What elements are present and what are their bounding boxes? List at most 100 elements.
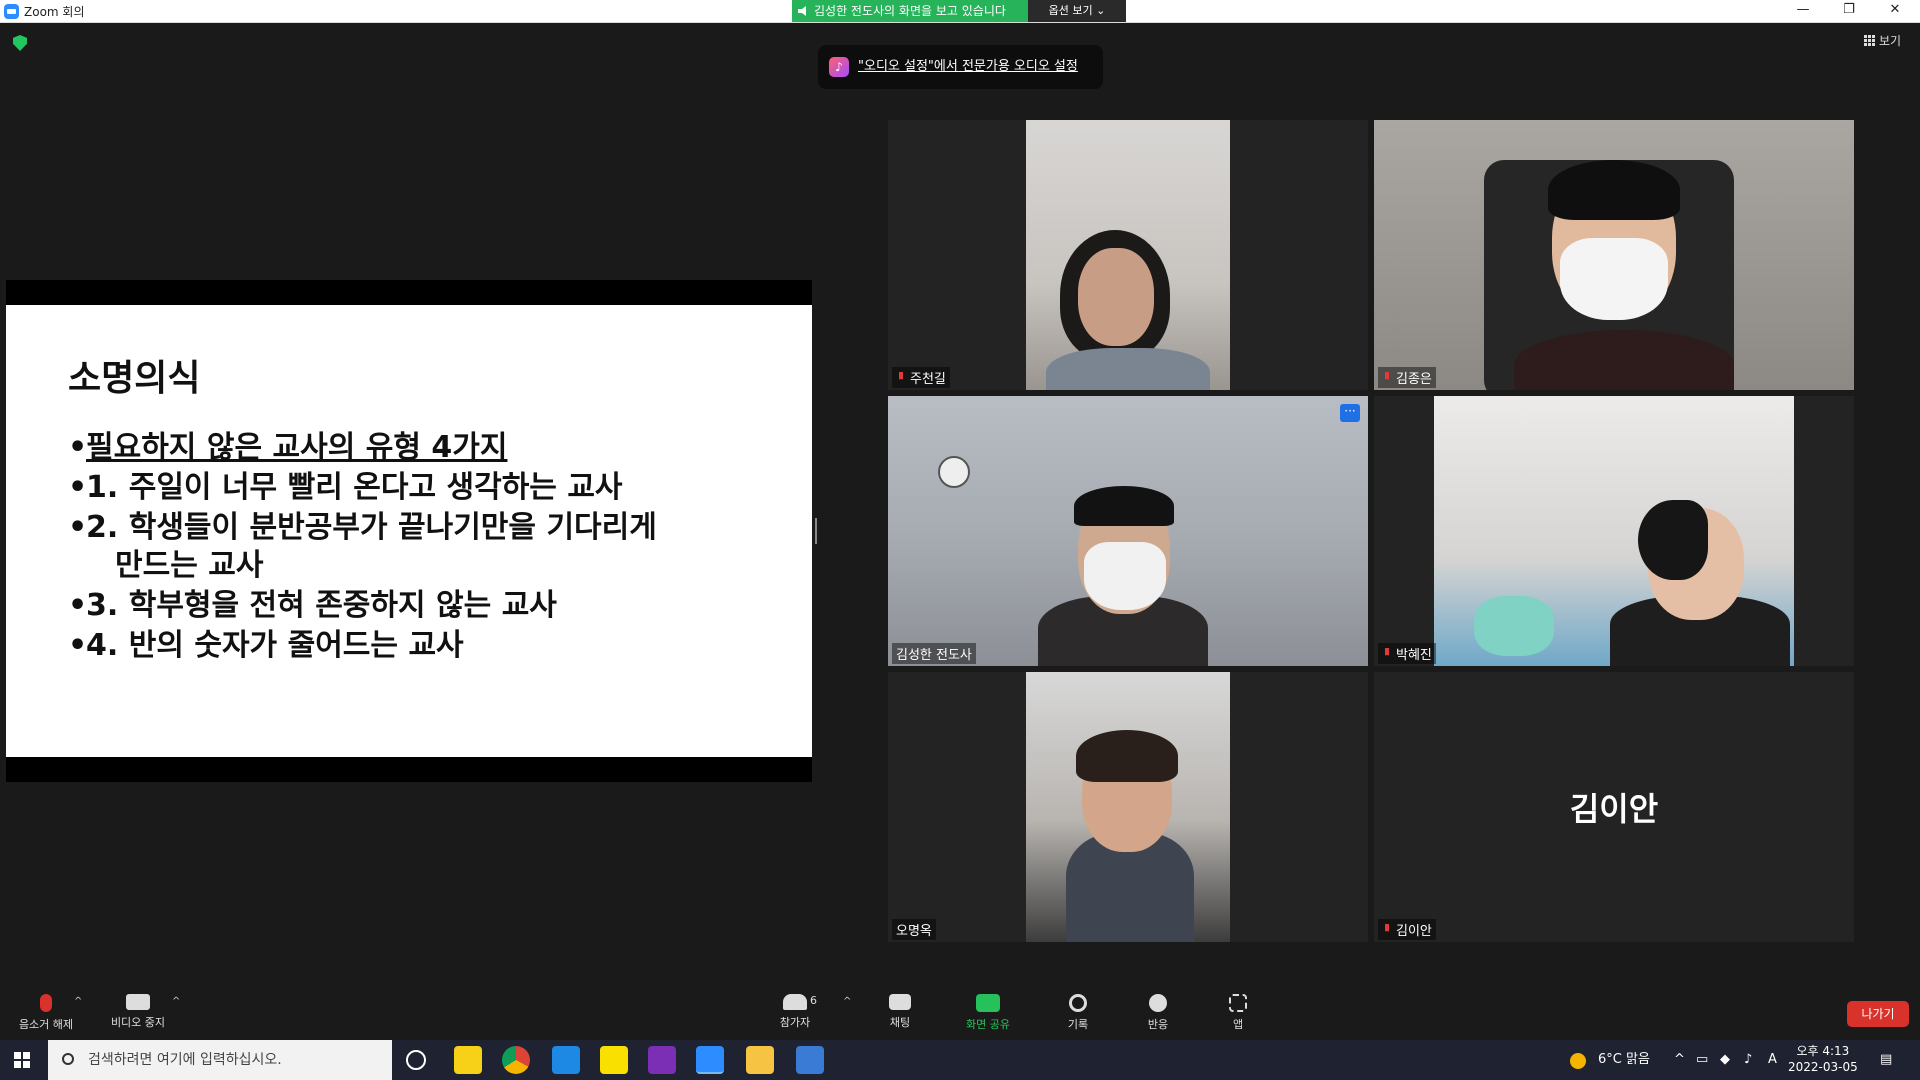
slide-bullet: 1. 주일이 너무 빨리 온다고 생각하는 교사 — [68, 469, 812, 507]
dropbox-icon[interactable]: ◆ — [1720, 1040, 1730, 1080]
record-icon — [1069, 994, 1087, 1012]
wall-clock — [938, 456, 970, 488]
participant-video — [1374, 120, 1854, 390]
notification-icon[interactable]: ▤ — [1880, 1040, 1892, 1080]
network-icon[interactable]: ▭ — [1696, 1040, 1708, 1080]
audio-settings-tip[interactable]: ♪ "오디오 설정"에서 전문가용 오디오 설정 — [818, 45, 1103, 89]
search-icon — [62, 1053, 74, 1065]
weather-sun-icon — [1570, 1053, 1586, 1069]
muted-mic-icon — [899, 372, 903, 380]
record-button[interactable]: 기록 — [1058, 994, 1098, 1032]
windows-taskbar: 검색하려면 여기에 입력하십시오. 6°C 맑음 ^ ▭ ◆ ♪ A 오후 4:… — [0, 1040, 1920, 1080]
encryption-shield-icon[interactable] — [13, 35, 27, 51]
music-note-icon: ♪ — [829, 57, 849, 77]
task-view-icon[interactable] — [406, 1050, 426, 1070]
participant-tile[interactable]: 주천길 — [888, 120, 1368, 390]
zoom-taskbar-icon[interactable] — [696, 1046, 724, 1074]
apps-icon — [1229, 994, 1247, 1012]
close-button[interactable]: ✕ — [1872, 0, 1918, 22]
reactions-label: 반응 — [1147, 1018, 1169, 1031]
audio-options-caret[interactable]: ^ — [74, 996, 82, 1007]
participant-video — [1026, 120, 1230, 390]
volume-icon[interactable]: ♪ — [1744, 1040, 1752, 1080]
slide-bullet: 2. 학생들이 분반공부가 끝나기만을 기다리게만드는 교사 — [68, 509, 812, 585]
stop-video-button[interactable]: 비디오 중지 — [104, 994, 172, 1030]
view-button[interactable]: 보기 — [1864, 32, 1901, 49]
participant-tile[interactable]: 오명옥 — [888, 672, 1368, 942]
participant-hair — [1076, 730, 1178, 782]
face-mask — [1084, 542, 1166, 610]
muted-mic-icon — [1385, 372, 1389, 380]
leave-button[interactable]: 나가기 — [1847, 1001, 1909, 1027]
slide-content: 소명의식 필요하지 않은 교사의 유형 4가지 1. 주일이 너무 빨리 온다고… — [6, 305, 812, 757]
participant-tile[interactable]: 김종은 — [1374, 120, 1854, 390]
more-options-button[interactable]: ··· — [1340, 404, 1360, 422]
zoom-app-icon — [4, 4, 19, 19]
video-options-caret[interactable]: ^ — [172, 996, 180, 1007]
participant-name: 주천길 — [892, 367, 950, 388]
meeting-controls: 음소거 해제 ^ 비디오 중지 ^ 참가자 6 ^ 채팅 화면 공유 기록 반응… — [0, 980, 1920, 1040]
participant-name: 김이안 — [1378, 919, 1436, 940]
restore-button[interactable]: ❐ — [1826, 0, 1872, 22]
chat-label: 채팅 — [889, 1016, 911, 1029]
search-placeholder: 검색하려면 여기에 입력하십시오. — [88, 1052, 282, 1068]
stop-video-label: 비디오 중지 — [110, 1016, 166, 1029]
participants-icon — [783, 994, 807, 1010]
record-label: 기록 — [1067, 1018, 1089, 1031]
unmute-label: 음소거 해제 — [18, 1018, 74, 1031]
reactions-button[interactable]: 반응 — [1138, 994, 1178, 1032]
share-screen-icon — [976, 994, 1000, 1012]
split-resize-handle[interactable] — [815, 518, 817, 544]
participant-hair — [1548, 160, 1680, 220]
participant-video — [888, 396, 1368, 666]
minimize-button[interactable]: — — [1780, 0, 1826, 22]
chrome-icon[interactable] — [502, 1046, 530, 1074]
taskbar-search-input[interactable]: 검색하려면 여기에 입력하십시오. — [48, 1040, 392, 1080]
slide-title: 소명의식 — [68, 358, 201, 399]
participant-face — [1078, 248, 1154, 346]
tray-expand-icon[interactable]: ^ — [1674, 1040, 1685, 1080]
app-icon[interactable] — [552, 1046, 580, 1074]
shared-screen: 소명의식 필요하지 않은 교사의 유형 4가지 1. 주일이 너무 빨리 온다고… — [6, 280, 812, 782]
muted-mic-icon — [40, 994, 52, 1012]
audio-tip-text: "오디오 설정"에서 전문가용 오디오 설정 — [858, 59, 1078, 74]
weather-text[interactable]: 6°C 맑음 — [1598, 1040, 1650, 1080]
share-screen-label: 화면 공유 — [966, 1018, 1010, 1031]
participant-tile-video-off[interactable]: 김이안 김이안 — [1374, 672, 1854, 942]
participants-count: 6 — [810, 994, 817, 1007]
windows-start-icon[interactable] — [14, 1052, 30, 1068]
participant-name: 오명옥 — [892, 919, 936, 940]
slide-bullet: 3. 학부형을 전혀 존중하지 않는 교사 — [68, 587, 812, 625]
unmute-button[interactable]: 음소거 해제 — [12, 994, 80, 1032]
participants-label: 참가자 — [779, 1016, 811, 1029]
clock-date: 2022-03-05 — [1788, 1060, 1858, 1074]
muted-mic-icon — [1385, 924, 1389, 932]
view-button-label: 보기 — [1879, 34, 1902, 48]
onenote-icon[interactable] — [648, 1046, 676, 1074]
chat-button[interactable]: 채팅 — [880, 994, 920, 1030]
taskbar-clock[interactable]: 오후 4:13 2022-03-05 — [1788, 1043, 1858, 1075]
plush-toy — [1474, 596, 1554, 656]
participant-avatar-name: 김이안 — [1569, 790, 1659, 828]
participant-hair — [1074, 486, 1174, 526]
apps-button[interactable]: 앱 — [1218, 994, 1258, 1032]
window-title: Zoom 회의 — [24, 5, 85, 19]
participant-tile-active-speaker[interactable]: ··· 김성한 전도사 — [888, 396, 1368, 666]
slide-bullet: 필요하지 않은 교사의 유형 4가지 — [68, 429, 812, 467]
sticky-notes-icon[interactable] — [454, 1046, 482, 1074]
participant-hair — [1638, 500, 1708, 580]
participant-tile[interactable]: 박혜진 — [1374, 396, 1854, 666]
muted-mic-icon — [1385, 648, 1389, 656]
file-explorer-icon[interactable] — [746, 1046, 774, 1074]
speaker-icon — [798, 6, 806, 16]
ime-indicator[interactable]: A — [1768, 1040, 1777, 1080]
share-screen-button[interactable]: 화면 공유 — [956, 994, 1020, 1032]
photos-icon[interactable] — [796, 1046, 824, 1074]
kakaotalk-icon[interactable] — [600, 1046, 628, 1074]
participant-video — [1434, 396, 1794, 666]
participant-video — [1026, 672, 1230, 942]
view-options-button[interactable]: 옵션 보기 ⌄ — [1028, 0, 1126, 22]
participants-options-caret[interactable]: ^ — [843, 996, 851, 1007]
smiley-icon — [1149, 994, 1167, 1012]
apps-label: 앱 — [1232, 1018, 1244, 1031]
